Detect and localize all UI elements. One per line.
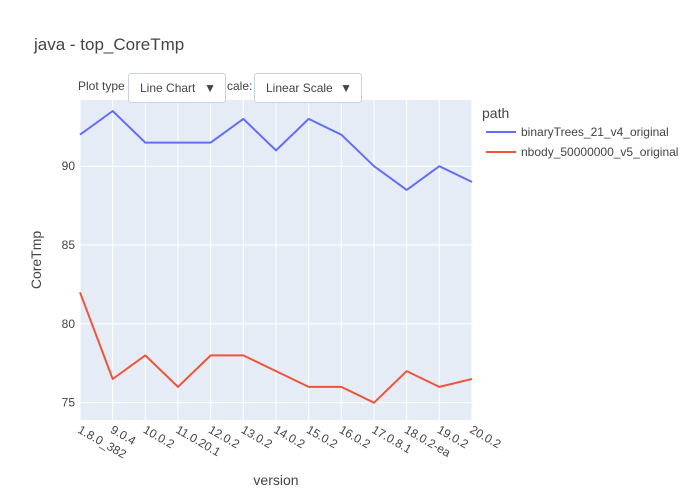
x-tick-label: 15.0.2	[304, 422, 340, 451]
x-tick-label: 13.0.2	[239, 422, 275, 451]
scale-label: cale:	[227, 79, 253, 93]
plot-type-value: Line Chart	[140, 81, 196, 95]
y-tick-label: 90	[62, 159, 76, 173]
x-tick-label: 10.0.2	[141, 422, 177, 451]
y-tick-label: 85	[62, 238, 76, 252]
scale-dropdown[interactable]: Linear Scale ▼	[254, 73, 362, 103]
x-tick-label: 16.0.2	[337, 422, 373, 451]
legend-label: binaryTrees_21_v4_original	[521, 125, 669, 139]
legend-item[interactable]: binaryTrees_21_v4_original	[486, 125, 669, 139]
y-axis-title: CoreTmp	[28, 231, 44, 290]
plot-type-dropdown[interactable]: Line Chart ▼	[128, 73, 226, 103]
x-tick-labels: 1.8.0_3829.0.4 10.0.211.0.20.112.0.213.0.…	[76, 422, 504, 461]
x-tick-label: 20.0.2	[468, 422, 504, 451]
y-tick-label: 75	[62, 396, 76, 410]
scale-value: Linear Scale	[266, 81, 333, 95]
x-tick-label: 14.0.2	[272, 422, 308, 451]
triangle-down-icon: ▼	[340, 81, 352, 95]
legend[interactable]: binaryTrees_21_v4_original nbody_50000000…	[486, 125, 678, 159]
y-tick-label: 80	[62, 317, 76, 331]
legend-label: nbody_50000000_v5_original	[521, 145, 678, 159]
plot-type-label: Plot type	[78, 79, 125, 93]
legend-title: path	[482, 105, 509, 121]
x-axis-title: version	[253, 472, 298, 488]
legend-item[interactable]: nbody_50000000_v5_original	[486, 145, 678, 159]
triangle-down-icon: ▼	[204, 81, 216, 95]
chart-title: java - top_CoreTmp	[33, 35, 184, 54]
y-tick-labels: 75 80 85 90	[62, 159, 76, 409]
